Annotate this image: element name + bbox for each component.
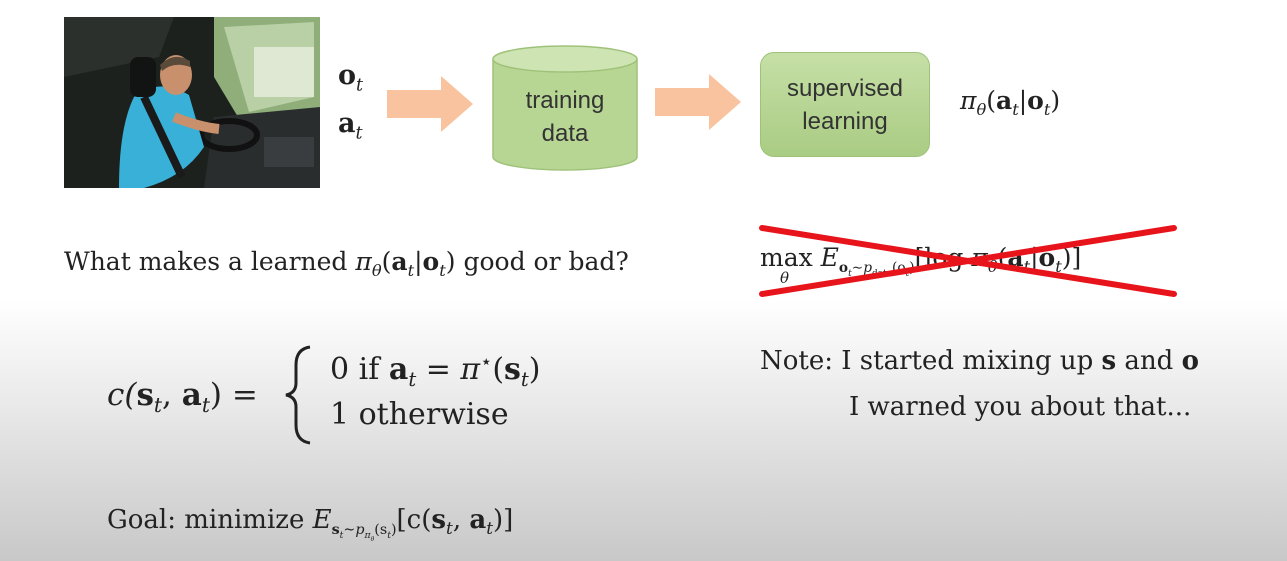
left-brace-icon bbox=[285, 345, 311, 445]
policy-expression: πθ(at|ot) bbox=[960, 86, 1061, 119]
cost-case-match: 0 if at = π⋆(st) bbox=[330, 350, 541, 391]
cost-function-lhs: c(st, at) = bbox=[107, 377, 258, 418]
observation-symbol: ot bbox=[338, 60, 364, 96]
note-line-2: I warned you about that... bbox=[849, 392, 1192, 422]
note-line-1: Note: I started mixing up s and o bbox=[760, 346, 1199, 376]
truck-driver-photo bbox=[64, 17, 320, 188]
cross-out-mark bbox=[759, 225, 1177, 297]
arrow-right-icon bbox=[387, 76, 473, 132]
action-symbol: at bbox=[338, 108, 363, 144]
question-text: What makes a learned πθ(at|ot) good or b… bbox=[64, 247, 629, 280]
goal-text: Goal: minimize Est∼pπθ(st)[c(st, at)] bbox=[107, 505, 514, 543]
arrow-right-icon bbox=[655, 74, 741, 130]
supervised-learning-box: supervised learning bbox=[760, 52, 930, 157]
cost-case-otherwise: 1 otherwise bbox=[330, 397, 509, 432]
training-data-label: training data bbox=[525, 87, 605, 147]
